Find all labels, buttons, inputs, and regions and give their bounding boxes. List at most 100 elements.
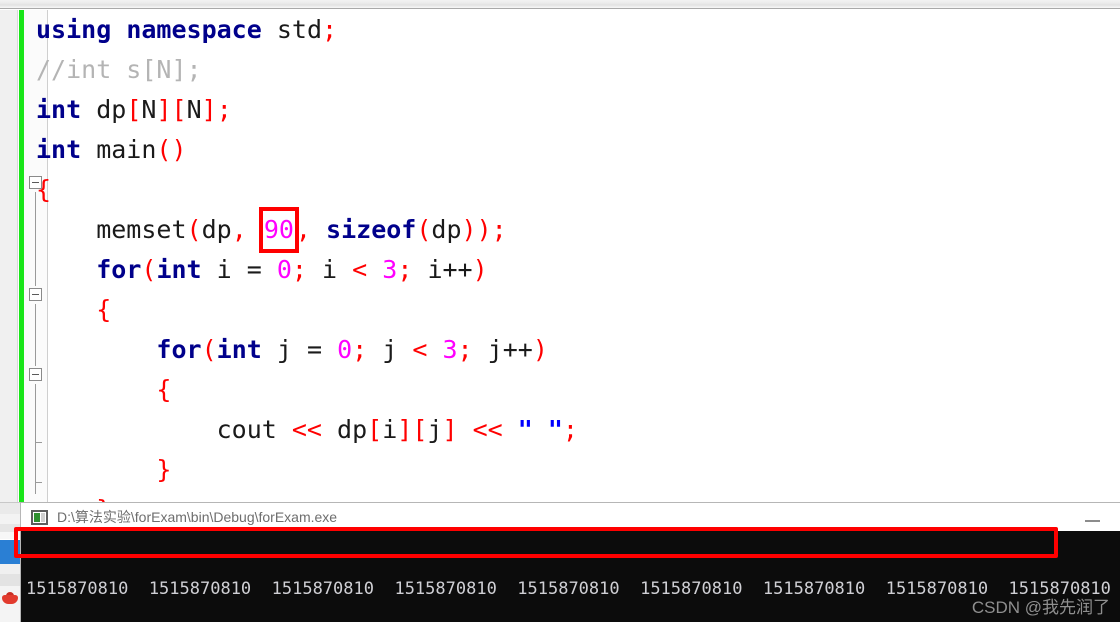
code-token: ] xyxy=(156,95,172,124)
line-for-i: for(int i = 0; i < 3; i++) xyxy=(36,250,1120,290)
code-token: //int s[N]; xyxy=(36,55,202,84)
code-token: int xyxy=(36,95,82,124)
code-token: ] xyxy=(442,415,458,444)
code-token: 3 xyxy=(442,335,458,364)
code-token: ++ xyxy=(442,255,473,284)
screenshot-root: using namespace std;//int s[N]; int dp[N]… xyxy=(0,0,1120,622)
code-token: { xyxy=(156,375,172,404)
code-token: ] xyxy=(397,415,413,444)
desktop-edge-fragment xyxy=(0,524,20,532)
desktop-edge-fragment xyxy=(0,564,20,574)
code-token: { xyxy=(96,295,112,324)
desktop-edge-fragment xyxy=(0,514,20,524)
console-window[interactable]: D:\算法实验\forExam\bin\Debug\forExam.exe 15… xyxy=(20,502,1120,622)
code-token: using xyxy=(36,15,112,44)
code-token: dp xyxy=(321,415,368,444)
line-open-brace: { xyxy=(36,170,1120,210)
code-token: dp xyxy=(431,215,462,244)
code-token: memset xyxy=(36,215,187,244)
code-token: j xyxy=(472,335,503,364)
code-token: [ xyxy=(367,415,383,444)
line-memset: memset(dp, 90, sizeof(dp)); xyxy=(36,207,1120,253)
code-token: ; xyxy=(397,255,413,284)
app-red-icon[interactable] xyxy=(2,592,19,609)
console-title-text: D:\算法实验\forExam\bin\Debug\forExam.exe xyxy=(57,509,338,525)
code-token: ] xyxy=(201,95,217,124)
code-token: << xyxy=(291,415,322,444)
line-dp-decl: int dp[N][N]; xyxy=(36,90,1120,130)
line-main: int main() xyxy=(36,130,1120,170)
line-for-j: for(int j = 0; j < 3; j++) xyxy=(36,330,1120,370)
code-token: << xyxy=(472,415,503,444)
minimize-button[interactable] xyxy=(1082,513,1104,527)
code-token: i xyxy=(382,415,398,444)
line-brace-j-close: } xyxy=(36,450,1120,490)
code-token: ; xyxy=(457,335,473,364)
code-token: 90 xyxy=(263,215,294,244)
code-token: namespace xyxy=(126,15,262,44)
code-token: } xyxy=(156,455,172,484)
code-token: ( xyxy=(186,215,202,244)
code-token: ( xyxy=(141,255,157,284)
code-token: ; xyxy=(291,255,307,284)
code-token: ++ xyxy=(502,335,533,364)
code-token: " " xyxy=(517,415,563,444)
code-token: ; xyxy=(322,15,338,44)
console-values-line: 1515870810 1515870810 1515870810 1515870… xyxy=(26,579,1111,599)
code-token: int xyxy=(156,255,202,284)
code-token: ; xyxy=(562,415,578,444)
desktop-edge-fragment xyxy=(0,574,20,586)
code-token: [ xyxy=(412,415,428,444)
line-brace-i-close: } xyxy=(36,490,1120,502)
console-output: 1515870810 1515870810 1515870810 1515870… xyxy=(21,531,1120,622)
code-token: [ xyxy=(126,95,142,124)
code-token: ; xyxy=(216,95,232,124)
highlighted-literal: 90 xyxy=(258,207,299,253)
line-brace-i-open: { xyxy=(36,290,1120,330)
code-token: j xyxy=(427,415,443,444)
code-token: , xyxy=(295,215,311,244)
code-token: 3 xyxy=(382,255,398,284)
code-token: < xyxy=(352,255,368,284)
code-token: j = xyxy=(261,335,338,364)
code-token: dp xyxy=(201,215,232,244)
code-token: for xyxy=(156,335,202,364)
code-token: dp xyxy=(81,95,127,124)
line-cout: cout << dp[i][j] << " "; xyxy=(36,410,1120,450)
line-brace-j-open: { xyxy=(36,370,1120,410)
source-code[interactable]: using namespace std;//int s[N]; int dp[N]… xyxy=(36,10,1120,502)
line-using: using namespace std; xyxy=(36,10,1120,50)
code-token: 0 xyxy=(337,335,353,364)
editor-left-edge xyxy=(0,10,18,502)
code-token: main xyxy=(81,135,157,164)
code-token: int xyxy=(36,135,82,164)
ide-toolbar-strip xyxy=(0,0,1120,9)
code-token: N xyxy=(141,95,157,124)
code-token: ( xyxy=(201,335,217,364)
code-token: 0 xyxy=(276,255,292,284)
code-token: ; xyxy=(352,335,368,364)
taskbar-selected-item[interactable] xyxy=(0,540,20,564)
code-token: N xyxy=(186,95,202,124)
code-token: j xyxy=(367,335,413,364)
code-token: , xyxy=(231,215,247,244)
code-token: < xyxy=(412,335,428,364)
code-token: i = xyxy=(201,255,277,284)
code-token: cout xyxy=(36,415,292,444)
code-editor-pane[interactable]: using namespace std;//int s[N]; int dp[N]… xyxy=(0,10,1120,502)
code-token: std xyxy=(261,15,323,44)
console-title-bar[interactable]: D:\算法实验\forExam\bin\Debug\forExam.exe xyxy=(21,503,1120,531)
code-token: int xyxy=(216,335,262,364)
code-token: i xyxy=(306,255,353,284)
code-token: ) xyxy=(171,135,187,164)
